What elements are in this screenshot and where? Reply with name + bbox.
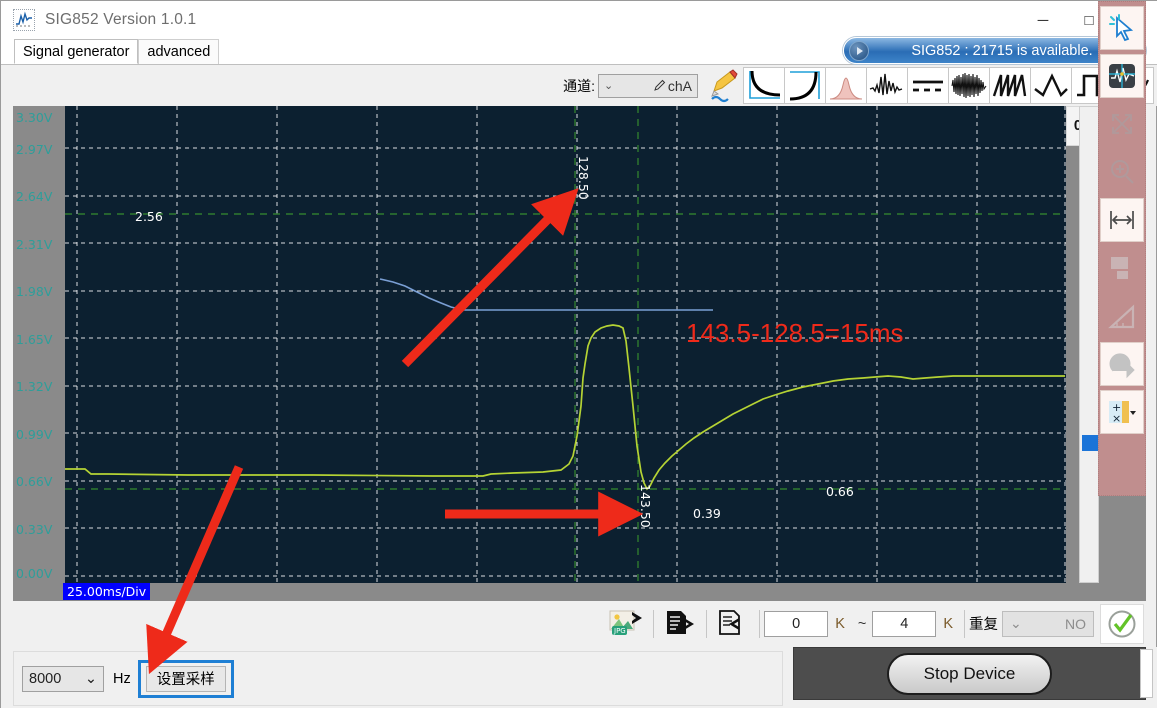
- range-end-input[interactable]: 4: [872, 610, 937, 637]
- expand-arrows-icon[interactable]: [1100, 102, 1144, 146]
- y-tick-0: 3.30V: [16, 110, 53, 125]
- chevron-down-icon: ⌄: [1010, 615, 1022, 631]
- chevron-down-icon: ⌄: [84, 670, 97, 687]
- triangle-ruler-icon[interactable]: [1100, 294, 1144, 338]
- range-start-input[interactable]: 0: [764, 610, 829, 637]
- gaussian-bell-icon[interactable]: [825, 67, 867, 104]
- channel-select[interactable]: ⌄ chA: [598, 73, 698, 98]
- y-tick-7: 0.99V: [16, 427, 53, 442]
- noise-dense-icon[interactable]: [948, 67, 990, 104]
- export-jpg-icon[interactable]: JPG: [605, 603, 650, 644]
- hz-label: Hz: [113, 670, 131, 687]
- y-tick-8: 0.66V: [16, 474, 53, 489]
- channel-label: 通道:: [563, 77, 595, 94]
- dashed-line-icon[interactable]: [907, 67, 949, 104]
- cursor-lower-label: 0.66: [826, 484, 854, 499]
- cursor-select-icon[interactable]: [1100, 6, 1144, 50]
- channel-value: chA: [667, 77, 692, 94]
- y-axis: 3.30V 2.97V 2.64V 2.31V 1.98V 1.65V 1.32…: [13, 106, 65, 583]
- sample-rate-value: 8000: [29, 670, 62, 687]
- sawtooth-icon[interactable]: [989, 67, 1031, 104]
- marker-right-label: 143.50: [638, 484, 653, 528]
- tool-rail: + ×: [1098, 1, 1146, 496]
- set-sampling-button[interactable]: 设置采样: [145, 665, 226, 692]
- y-tick-5: 1.65V: [16, 332, 53, 347]
- toolbar: 通道: ⌄ chA: [1, 65, 1157, 106]
- footer-scrollbar[interactable]: [1140, 649, 1153, 698]
- export-file-icon[interactable]: [658, 603, 703, 644]
- set-sampling-highlight: 设置采样: [137, 659, 234, 698]
- horizontal-resize-icon[interactable]: [1100, 198, 1144, 242]
- svg-text:JPG: JPG: [613, 627, 626, 635]
- confirm-button[interactable]: [1100, 603, 1144, 644]
- unit-k-right: K: [943, 615, 953, 632]
- chevron-down-icon: ⌄: [604, 80, 614, 92]
- sample-rate-select[interactable]: 8000 ⌄: [22, 665, 104, 692]
- stop-device-button[interactable]: Stop Device: [887, 652, 1052, 695]
- range-tilde: ~: [857, 615, 867, 632]
- cursor-upper-label: 2.56: [135, 209, 163, 224]
- plot-area: 2.56 0.66 128.50 143.50 0.39 143.5-128.5…: [13, 106, 1146, 601]
- repeat-value: NO: [1065, 615, 1086, 632]
- y-tick-1: 2.97V: [16, 142, 53, 157]
- time-per-div-label: 25.00ms/Div: [63, 583, 151, 600]
- redo-arrow-icon[interactable]: [1100, 342, 1144, 386]
- zoom-in-icon[interactable]: [1100, 150, 1144, 194]
- app-window: SIG852 Version 1.0.1 ─ □ ✕ Signal genera…: [0, 0, 1157, 708]
- tab-signal-generator[interactable]: Signal generator: [14, 39, 139, 64]
- play-icon: [849, 40, 869, 61]
- scrollbar-thumb[interactable]: [1082, 435, 1098, 451]
- svg-text:×: ×: [1112, 412, 1121, 425]
- unit-k-left: K: [835, 615, 845, 632]
- math-operations-icon[interactable]: + ×: [1100, 390, 1144, 434]
- repeat-select[interactable]: ⌄ NO: [1002, 610, 1094, 637]
- app-waveform-icon: [13, 9, 35, 31]
- tab-advanced[interactable]: advanced: [138, 39, 220, 64]
- waveform-svg: [13, 106, 1066, 583]
- curve-concave-icon[interactable]: [743, 67, 785, 104]
- y-tick-3: 2.31V: [16, 237, 53, 252]
- triangle-wave-icon[interactable]: [1030, 67, 1072, 104]
- noise-burst-icon[interactable]: [866, 67, 908, 104]
- repeat-label: 重复: [969, 617, 998, 633]
- import-file-icon[interactable]: [711, 603, 756, 644]
- minimize-button[interactable]: ─: [1020, 1, 1066, 39]
- pencil-draw-icon[interactable]: [702, 67, 744, 104]
- marker-value-label: 0.39: [693, 506, 721, 521]
- bottom-toolbar: JPG 0 K ~ 4 K 重复 ⌄ NO: [13, 601, 1146, 646]
- window-layout-icon[interactable]: [1100, 246, 1144, 290]
- delta-annotation: 143.5-128.5=15ms: [686, 318, 904, 348]
- check-circle-icon: [1108, 610, 1136, 637]
- y-tick-6: 1.32V: [16, 379, 53, 394]
- y-tick-9: 0.33V: [16, 522, 53, 537]
- title-bar: SIG852 Version 1.0.1 ─ □ ✕: [1, 1, 1157, 39]
- waveform-thumbnail-icon[interactable]: [1100, 54, 1144, 98]
- marker-left-label: 128.50: [576, 156, 591, 200]
- curve-convex-icon[interactable]: [784, 67, 826, 104]
- pencil-icon: [654, 79, 666, 91]
- y-tick-2: 2.64V: [16, 189, 53, 204]
- y-tick-10: 0.00V: [16, 566, 53, 581]
- y-tick-4: 1.98V: [16, 284, 53, 299]
- toolbar-buttons: [702, 67, 1154, 104]
- sample-rate-panel: 8000 ⌄ Hz 设置采样: [13, 651, 783, 706]
- vertical-scrollbar[interactable]: [1079, 106, 1099, 583]
- device-control-panel: Stop Device: [793, 647, 1146, 700]
- oscilloscope-canvas[interactable]: 2.56 0.66 128.50 143.50 0.39 143.5-128.5…: [13, 106, 1066, 583]
- window-title: SIG852 Version 1.0.1: [45, 11, 197, 28]
